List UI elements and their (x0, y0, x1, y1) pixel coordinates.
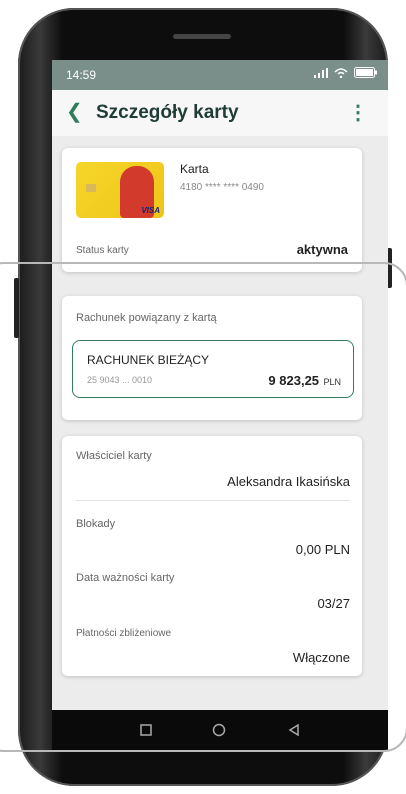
card-chip-icon (86, 184, 96, 192)
more-menu-icon[interactable]: ⋮ (348, 100, 368, 125)
battery-icon (354, 67, 378, 81)
page-title: Szczegóły karty (96, 102, 239, 123)
speaker-grille (173, 34, 231, 39)
card-type-label: Karta (180, 162, 209, 176)
card-summary: VISA Karta 4180 **** **** 0490 Status ka… (62, 148, 362, 272)
card-image[interactable]: VISA (76, 162, 164, 218)
status-bar: 14:59 (52, 60, 388, 90)
highlight-frame (0, 262, 406, 752)
status-time: 14:59 (66, 68, 97, 82)
app-bar: ❮ Szczegóły karty ⋮ (52, 90, 388, 136)
status-icons (314, 67, 378, 81)
card-status-label: Status karty (76, 245, 129, 256)
signal-icon (314, 67, 328, 81)
wifi-icon (334, 67, 348, 81)
card-number: 4180 **** **** 0490 (180, 182, 264, 193)
card-status-value: aktywna (296, 242, 348, 257)
card-brand-logo: VISA (141, 206, 160, 215)
back-arrow-icon[interactable]: ❮ (66, 102, 83, 122)
